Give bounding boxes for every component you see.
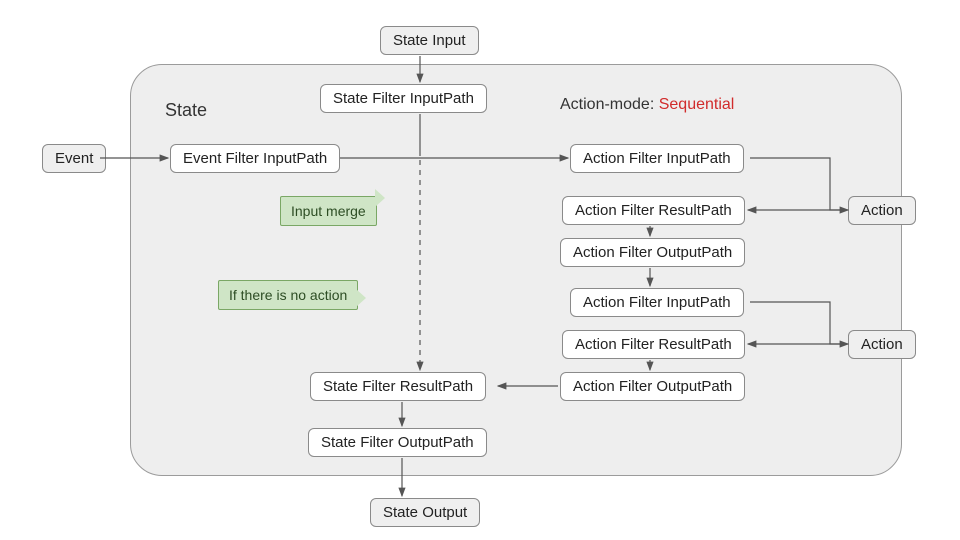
node-action-filter-resultpath-1: Action Filter ResultPath	[562, 196, 745, 225]
state-flow-diagram: State State Input State Filter InputPath…	[0, 0, 960, 540]
node-state-filter-outputpath: State Filter OutputPath	[308, 428, 487, 457]
action-mode-value: Sequential	[659, 96, 735, 113]
callout-no-action: If there is no action	[218, 280, 358, 310]
node-action-filter-outputpath-1: Action Filter OutputPath	[560, 238, 745, 267]
node-event-filter-inputpath: Event Filter InputPath	[170, 144, 340, 173]
state-panel	[130, 64, 902, 476]
node-action-filter-outputpath-2: Action Filter OutputPath	[560, 372, 745, 401]
node-state-filter-resultpath: State Filter ResultPath	[310, 372, 486, 401]
node-event: Event	[42, 144, 106, 173]
callout-input-merge: Input merge	[280, 196, 377, 226]
node-action-2: Action	[848, 330, 916, 359]
node-action-filter-resultpath-2: Action Filter ResultPath	[562, 330, 745, 359]
node-state-filter-inputpath: State Filter InputPath	[320, 84, 487, 113]
callout-input-merge-text: Input merge	[291, 203, 366, 219]
node-action-filter-inputpath-1: Action Filter InputPath	[570, 144, 744, 173]
callout-no-action-text: If there is no action	[229, 287, 347, 303]
node-action-1: Action	[848, 196, 916, 225]
action-mode-label: Action-mode: Sequential	[560, 96, 734, 114]
node-state-input: State Input	[380, 26, 479, 55]
action-mode-text: Action-mode:	[560, 96, 654, 113]
node-state-output: State Output	[370, 498, 480, 527]
node-action-filter-inputpath-2: Action Filter InputPath	[570, 288, 744, 317]
state-panel-label: State	[165, 100, 207, 121]
